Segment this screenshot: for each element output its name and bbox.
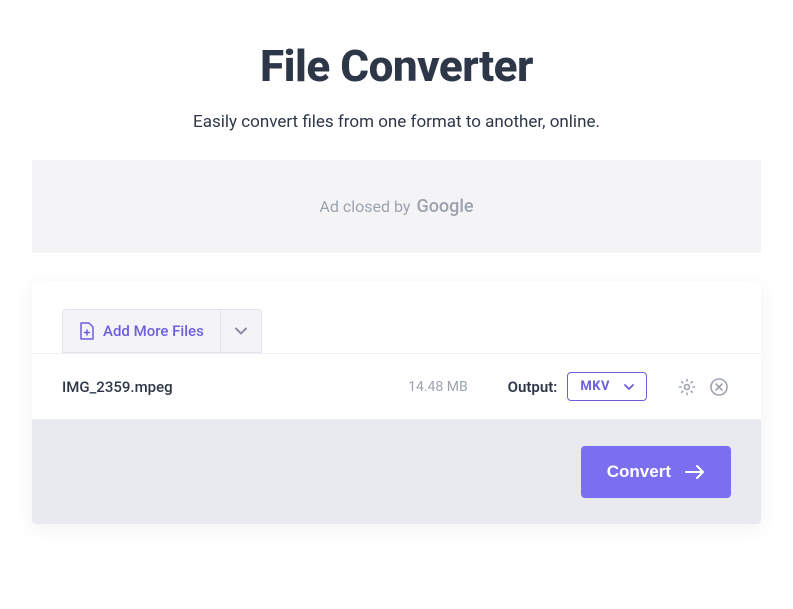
chevron-down-icon	[235, 327, 247, 335]
page-subtitle: Easily convert files from one format to …	[32, 112, 761, 132]
converter-panel: Add More Files IMG_2359.mpeg 14.48 MB Ou…	[32, 281, 761, 524]
file-size: 14.48 MB	[408, 379, 468, 395]
gear-icon	[677, 377, 697, 397]
ad-brand-logo: Google	[416, 196, 473, 217]
convert-button-label: Convert	[607, 462, 671, 482]
file-row: IMG_2359.mpeg 14.48 MB Output: MKV	[32, 353, 761, 420]
format-value: MKV	[580, 379, 610, 394]
ad-banner: Ad closed by Google	[32, 160, 761, 253]
add-files-tab: Add More Files	[62, 309, 262, 353]
output-label: Output:	[508, 378, 558, 396]
add-files-dropdown-toggle[interactable]	[220, 310, 261, 352]
ad-closed-text: Ad closed by	[319, 197, 410, 216]
add-more-files-label: Add More Files	[103, 322, 204, 340]
chevron-down-icon	[624, 384, 634, 390]
output-format-select[interactable]: MKV	[567, 372, 647, 401]
footer-actions: Convert	[32, 420, 761, 524]
remove-file-button[interactable]	[707, 375, 731, 399]
convert-button[interactable]: Convert	[581, 446, 731, 498]
page-title: File Converter	[32, 40, 761, 92]
settings-button[interactable]	[675, 375, 699, 399]
add-more-files-button[interactable]: Add More Files	[63, 310, 220, 352]
arrow-right-icon	[685, 464, 705, 480]
close-circle-icon	[709, 377, 729, 397]
file-plus-icon	[79, 322, 95, 340]
file-name: IMG_2359.mpeg	[62, 378, 408, 396]
